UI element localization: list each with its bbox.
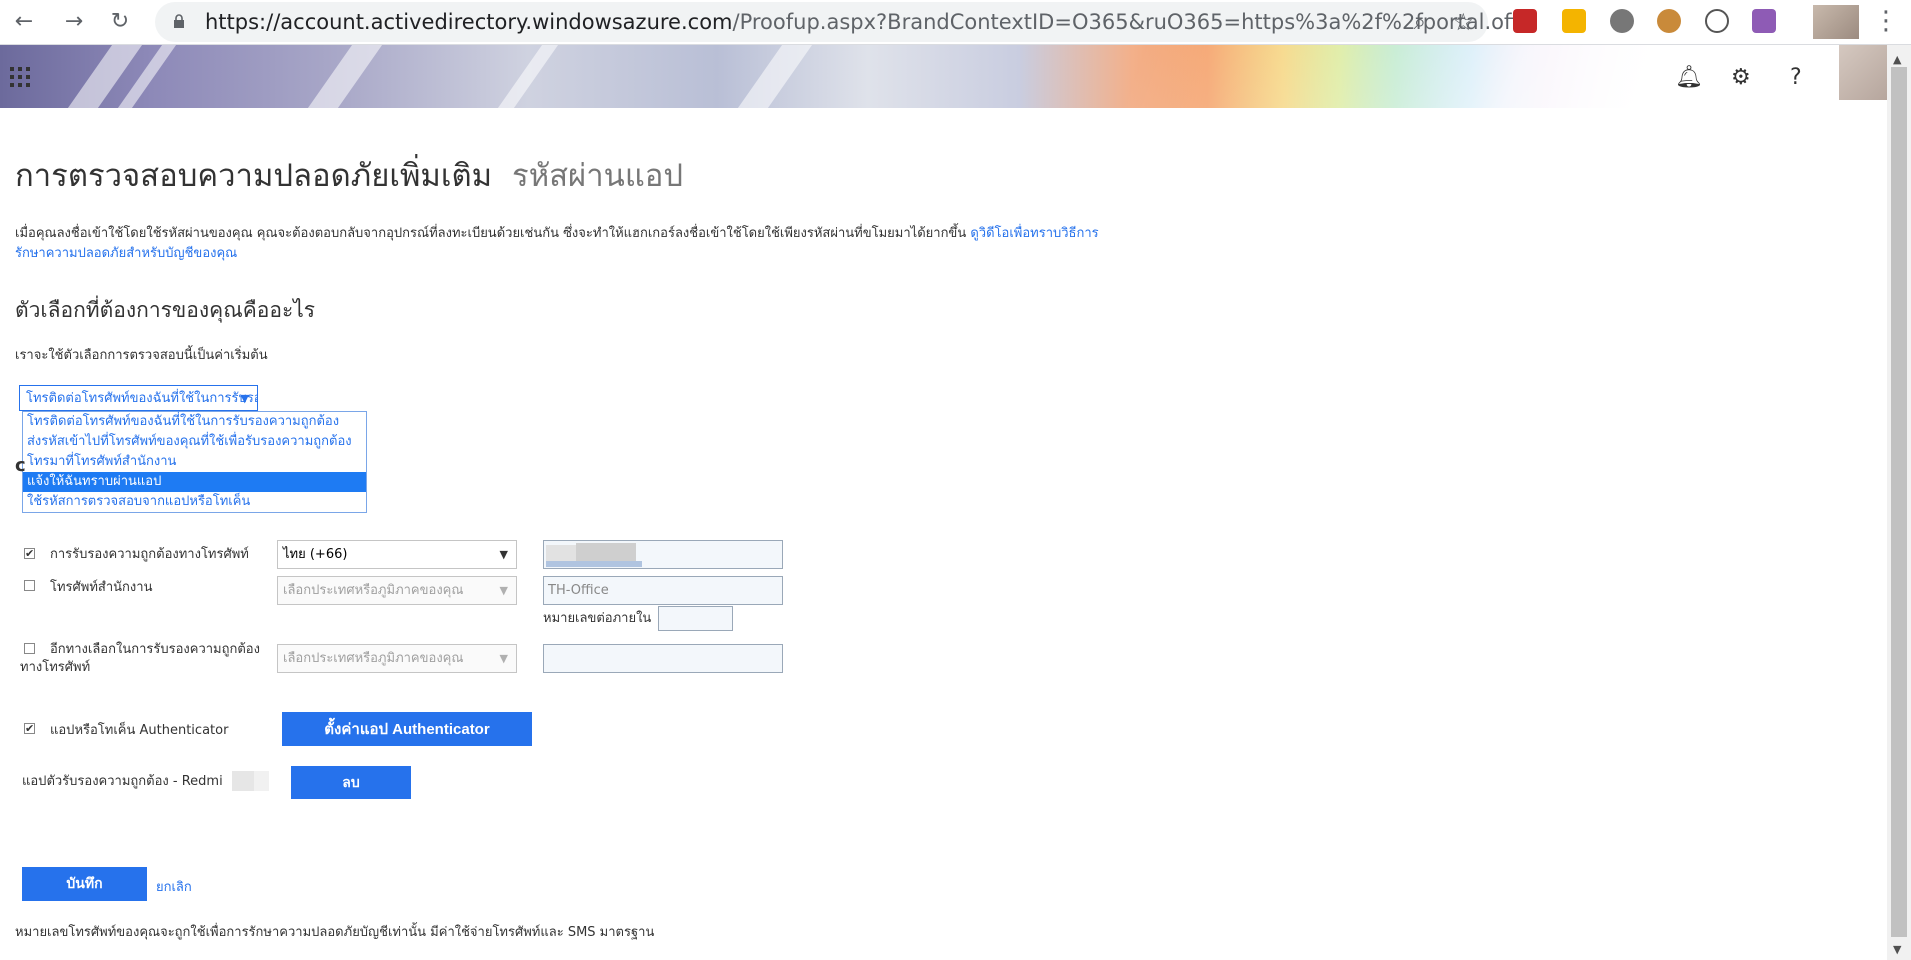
office-phone-checkbox[interactable] [24, 580, 35, 591]
scrollbar-thumb[interactable] [1891, 67, 1907, 937]
forward-arrow-icon[interactable]: → [60, 8, 88, 36]
app-launcher-icon[interactable] [10, 67, 30, 87]
settings-gear-icon[interactable]: ⚙ [1731, 65, 1751, 90]
extension-history-icon[interactable] [1705, 9, 1729, 33]
notification-bell-icon[interactable]: 🔔︎ [1675, 65, 1703, 90]
footer-note: หมายเลขโทรศัพท์ของคุณจะถูกใช้เพื่อการรัก… [15, 925, 655, 940]
chevron-down-icon: ▼ [240, 392, 249, 405]
office-phone-country-select[interactable]: เลือกประเทศหรือภูมิภาคของคุณ ▼ [277, 576, 517, 605]
extension-folder-icon[interactable] [1562, 9, 1586, 33]
cancel-link[interactable]: ยกเลิก [156, 876, 192, 897]
chevron-down-icon: ▼ [499, 584, 508, 597]
option-app-code[interactable]: ใช้รหัสการตรวจสอบจากแอปหรือโทเค็น [23, 492, 366, 512]
save-button[interactable]: บันทึก [22, 867, 147, 901]
extension-pdf-icon[interactable] [1752, 9, 1776, 33]
auth-phone-number-input[interactable] [543, 540, 783, 569]
default-option-label: เราจะใช้ตัวเลือกการตรวจสอบนี้เป็นค่าเริ่… [15, 348, 268, 363]
option-text-auth-phone[interactable]: ส่งรหัสเข้าไปที่โทรศัพท์ของคุณที่ใช้เพื่… [23, 432, 366, 452]
preferred-option-heading: ตัวเลือกที่ต้องการของคุณคืออะไร [15, 298, 316, 322]
redacted-phone-3 [546, 561, 642, 567]
default-method-select[interactable]: โทรติดต่อโทรศัพท์ของฉันที่ใช้ในการรับรอง… [19, 385, 258, 411]
chevron-down-icon: ▼ [499, 652, 508, 665]
browser-menu-icon[interactable]: ⋮ [1873, 6, 1899, 36]
browser-toolbar: ← → ↻ https://account.activedirectory.wi… [0, 0, 1911, 45]
auth-phone-checkbox[interactable]: ✔ [24, 548, 35, 559]
scroll-down-icon[interactable]: ▼ [1893, 943, 1901, 956]
page-subtitle: รหัสผ่านแอป [512, 158, 684, 194]
auth-phone-label: การรับรองความถูกต้องทางโทรศัพท์ [50, 547, 249, 562]
zoom-icon[interactable]: ⌕ [1414, 10, 1426, 35]
redacted-device-name [232, 771, 254, 791]
back-arrow-icon[interactable]: ← [10, 8, 38, 36]
chevron-down-icon: ▼ [499, 548, 508, 561]
option-call-auth-phone[interactable]: โทรติดต่อโทรศัพท์ของฉันที่ใช้ในการรับรอง… [23, 412, 366, 432]
office-phone-label: โทรศัพท์สำนักงาน [50, 580, 153, 595]
extension-input[interactable] [658, 606, 733, 631]
redacted-phone [546, 545, 576, 561]
redacted-device-name-2 [254, 771, 269, 791]
alt-phone-label: อีกทางเลือกในการรับรองความถูกต้องทางโทรศ… [20, 642, 260, 675]
delete-app-button[interactable]: ลบ [291, 766, 411, 799]
alt-phone-country-select[interactable]: เลือกประเทศหรือภูมิภาคของคุณ ▼ [277, 644, 517, 673]
extension-cookie-icon[interactable] [1657, 9, 1681, 33]
o365-header-banner: 🔔︎ ⚙ ? [0, 45, 1887, 108]
help-icon[interactable]: ? [1790, 65, 1802, 90]
intro-text: เมื่อคุณลงชื่อเข้าใช้โดยใช้รหัสผ่านของคุ… [15, 226, 1099, 261]
registered-app-label: แอปตัวรับรองความถูกต้อง - Redmi [22, 774, 223, 789]
scroll-up-icon[interactable]: ▲ [1893, 53, 1901, 66]
alt-phone-number-input[interactable] [543, 644, 783, 673]
url-text: https://account.activedirectory.windowsa… [205, 10, 1535, 34]
default-method-listbox[interactable]: โทรติดต่อโทรศัพท์ของฉันที่ใช้ในการรับรอง… [22, 411, 367, 513]
redacted-phone-2 [576, 543, 636, 561]
bookmark-star-icon[interactable]: ☆ [1452, 8, 1474, 36]
extension-circle-icon[interactable] [1610, 9, 1634, 33]
address-bar[interactable]: https://account.activedirectory.windowsa… [155, 2, 1535, 42]
office-phone-number-input[interactable]: TH-Office [543, 576, 783, 605]
option-call-office-phone[interactable]: โทรมาที่โทรศัพท์สำนักงาน [23, 452, 366, 472]
authenticator-label: แอปหรือโทเค็น Authenticator [50, 723, 229, 738]
vertical-scrollbar[interactable]: ▲ ▼ [1887, 45, 1911, 960]
extension-label: หมายเลขต่อภายใน [543, 611, 652, 626]
hidden-heading-fragment: c [15, 455, 26, 476]
authenticator-checkbox[interactable]: ✔ [24, 723, 35, 734]
extension-red-icon[interactable] [1513, 9, 1537, 33]
profile-avatar[interactable] [1813, 5, 1859, 39]
lock-icon [174, 14, 184, 28]
reload-icon[interactable]: ↻ [106, 8, 134, 36]
page-title: การตรวจสอบความปลอดภัยเพิ่มเติม รหัสผ่านแอ… [15, 158, 684, 194]
option-notify-app[interactable]: แจ้งให้ฉันทราบผ่านแอป [23, 472, 366, 492]
user-avatar[interactable] [1839, 45, 1887, 100]
auth-phone-country-select[interactable]: ไทย (+66) ▼ [277, 540, 517, 569]
setup-authenticator-button[interactable]: ตั้งค่าแอป Authenticator [282, 712, 532, 746]
